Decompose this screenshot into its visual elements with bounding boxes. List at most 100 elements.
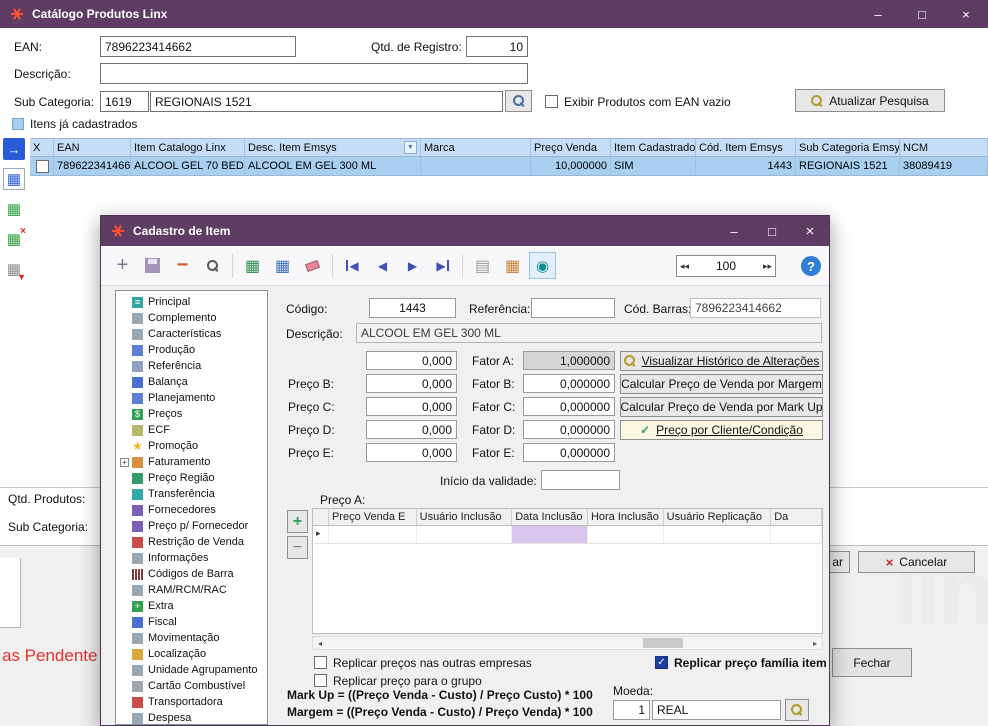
horizontal-scrollbar[interactable]: ◂ ▸ xyxy=(312,636,823,650)
grid-view-button[interactable]: ▦ xyxy=(3,168,25,190)
preco-b-input[interactable] xyxy=(366,374,457,393)
moeda-search-button[interactable] xyxy=(785,699,809,721)
tree-item-ecf[interactable]: ECF xyxy=(116,422,267,438)
cell-hora-inclusao[interactable] xyxy=(588,526,664,543)
tree-item-principal[interactable]: Principal xyxy=(116,294,267,310)
tree-item-fiscal[interactable]: Fiscal xyxy=(116,614,267,630)
tree-item-codigos-de-barra[interactable]: Códigos de Barra xyxy=(116,566,267,582)
search-record-button[interactable] xyxy=(199,252,226,279)
summary-grid-button[interactable]: ▦ xyxy=(499,252,526,279)
calcular-preco-markup-button[interactable]: Calcular Preço de Venda por Mark Up xyxy=(620,397,823,417)
sub-categoria-search-button[interactable] xyxy=(505,90,532,112)
row-checkbox[interactable] xyxy=(36,160,49,173)
moeda-code-input[interactable] xyxy=(613,700,650,720)
fator-d-input[interactable] xyxy=(523,420,615,439)
preco-cliente-condicao-button[interactable]: ✓ Preço por Cliente/Condição xyxy=(620,420,823,440)
tree-item-despesa[interactable]: Despesa xyxy=(116,710,267,725)
results-grid-header[interactable]: X EAN Item Catalogo Linx Desc. Item Emsy… xyxy=(30,138,988,157)
add-record-button[interactable]: + xyxy=(109,252,136,279)
scrollbar-thumb[interactable] xyxy=(643,638,683,648)
report-button[interactable]: ▤ xyxy=(469,252,496,279)
cell-usuario-inclusao[interactable] xyxy=(417,526,513,543)
tree-item-extra[interactable]: Extra xyxy=(116,598,267,614)
qtd-registro-input[interactable] xyxy=(466,36,528,57)
table-row[interactable]: 7896223414662 ALCOOL GEL 70 BEDRAN HIDR … xyxy=(30,157,988,176)
grid-view-button[interactable]: ▦ xyxy=(269,252,296,279)
previous-record-button[interactable]: ◀ xyxy=(369,252,396,279)
excel-remove-button[interactable]: ▦× xyxy=(3,228,25,250)
fator-a-input[interactable] xyxy=(523,351,615,370)
inicio-validade-input[interactable] xyxy=(541,470,620,490)
sub-categoria-code-input[interactable] xyxy=(100,91,149,112)
replicar-familia-checkbox[interactable]: ✓ xyxy=(655,656,668,669)
fator-b-input[interactable] xyxy=(523,374,615,393)
scroll-left-icon[interactable]: ◂ xyxy=(313,637,327,649)
tree-item-preco-regiao[interactable]: Preço Região xyxy=(116,470,267,486)
ean-input[interactable] xyxy=(100,36,296,57)
grid-add-row-button[interactable]: + xyxy=(287,510,308,533)
preco-grid-header[interactable]: Preço Venda E Usuário Inclusão Data Incl… xyxy=(312,508,823,526)
cell-usuario-replicacao[interactable] xyxy=(664,526,772,543)
filter-icon[interactable]: ▼ xyxy=(404,141,417,154)
cancelar-button[interactable]: × Cancelar xyxy=(858,551,975,573)
modal-maximize-button[interactable]: □ xyxy=(753,216,791,246)
fechar-button[interactable]: Fechar xyxy=(832,648,912,677)
scroll-right-icon[interactable]: ▸ xyxy=(808,637,822,649)
cell-preco-venda[interactable] xyxy=(329,526,417,543)
calcular-preco-margem-button[interactable]: Calcular Preço de Venda por Margem xyxy=(620,374,823,394)
excel-export-button[interactable]: ▦ xyxy=(3,198,25,220)
clear-fields-button[interactable] xyxy=(299,252,326,279)
tree-item-complemento[interactable]: Complemento xyxy=(116,310,267,326)
delete-record-button[interactable]: − xyxy=(169,252,196,279)
tree-item-localizacao[interactable]: Localização xyxy=(116,646,267,662)
tree-item-unidade-agrupamento[interactable]: Unidade Agrupamento xyxy=(116,662,267,678)
preco-c-input[interactable] xyxy=(366,397,457,416)
tree-item-promocao[interactable]: Promoção xyxy=(116,438,267,454)
modal-minimize-button[interactable]: – xyxy=(715,216,753,246)
tree-item-referencia[interactable]: Referência xyxy=(116,358,267,374)
referencia-input[interactable] xyxy=(531,298,615,318)
visualizar-historico-button[interactable]: Visualizar Histórico de Alterações xyxy=(620,351,823,371)
replicar-empresas-checkbox[interactable] xyxy=(314,656,327,669)
tree-item-balanca[interactable]: Balança xyxy=(116,374,267,390)
preco-grid-empty-area[interactable] xyxy=(312,544,823,634)
preco-d-input[interactable] xyxy=(366,420,457,439)
sub-categoria-name-input[interactable] xyxy=(150,91,503,112)
tree-item-ram-rcm-rac[interactable]: RAM/RCM/RAC xyxy=(116,582,267,598)
fator-e-input[interactable] xyxy=(523,443,615,462)
tree-item-precos[interactable]: Preços xyxy=(116,406,267,422)
help-button[interactable]: ? xyxy=(801,256,821,276)
preco-a-input[interactable] xyxy=(366,351,457,370)
maximize-button[interactable]: □ xyxy=(900,0,944,28)
tree-item-cartao-combustivel[interactable]: Cartão Combustível xyxy=(116,678,267,694)
codigo-input[interactable] xyxy=(369,298,456,318)
tree-item-caracteristicas[interactable]: Características xyxy=(116,326,267,342)
descricao-input[interactable] xyxy=(100,63,528,84)
preco-grid-row[interactable]: ▸ xyxy=(312,526,823,544)
tree-item-preco-p-fornecedor[interactable]: Preço p/ Fornecedor xyxy=(116,518,267,534)
export-grid-button[interactable]: ▦ xyxy=(239,252,266,279)
tree-item-movimentacao[interactable]: Movimentação xyxy=(116,630,267,646)
save-record-button[interactable] xyxy=(139,252,166,279)
grid-remove-row-button[interactable]: − xyxy=(287,536,308,559)
atualizar-pesquisa-button[interactable]: Atualizar Pesquisa xyxy=(795,89,945,112)
tree-item-faturamento[interactable]: +Faturamento xyxy=(116,454,267,470)
tree-item-fornecedores[interactable]: Fornecedores xyxy=(116,502,267,518)
close-button[interactable]: × xyxy=(944,0,988,28)
last-record-button[interactable]: ▶ xyxy=(429,252,456,279)
modal-close-button[interactable]: × xyxy=(791,216,829,246)
clear-filter-button[interactable]: ▦▼ xyxy=(3,258,25,280)
expand-icon[interactable]: + xyxy=(120,458,129,467)
preview-toggle-button[interactable]: ◉ xyxy=(529,252,556,279)
fator-c-input[interactable] xyxy=(523,397,615,416)
tree-item-informacoes[interactable]: Informações xyxy=(116,550,267,566)
cell-da[interactable] xyxy=(771,526,822,543)
record-pager[interactable]: ◂ ◂ 100 ▸ ▸ xyxy=(676,255,776,277)
preco-e-input[interactable] xyxy=(366,443,457,462)
transfer-item-button[interactable]: → xyxy=(3,138,25,160)
exibir-ean-vazio-checkbox[interactable] xyxy=(545,95,558,108)
modal-descricao-input[interactable] xyxy=(356,323,822,343)
spin-right-icon[interactable]: ▸ xyxy=(767,261,772,272)
tree-item-transportadora[interactable]: Transportadora xyxy=(116,694,267,710)
tree-item-restricao-de-venda[interactable]: Restrição de Venda xyxy=(116,534,267,550)
